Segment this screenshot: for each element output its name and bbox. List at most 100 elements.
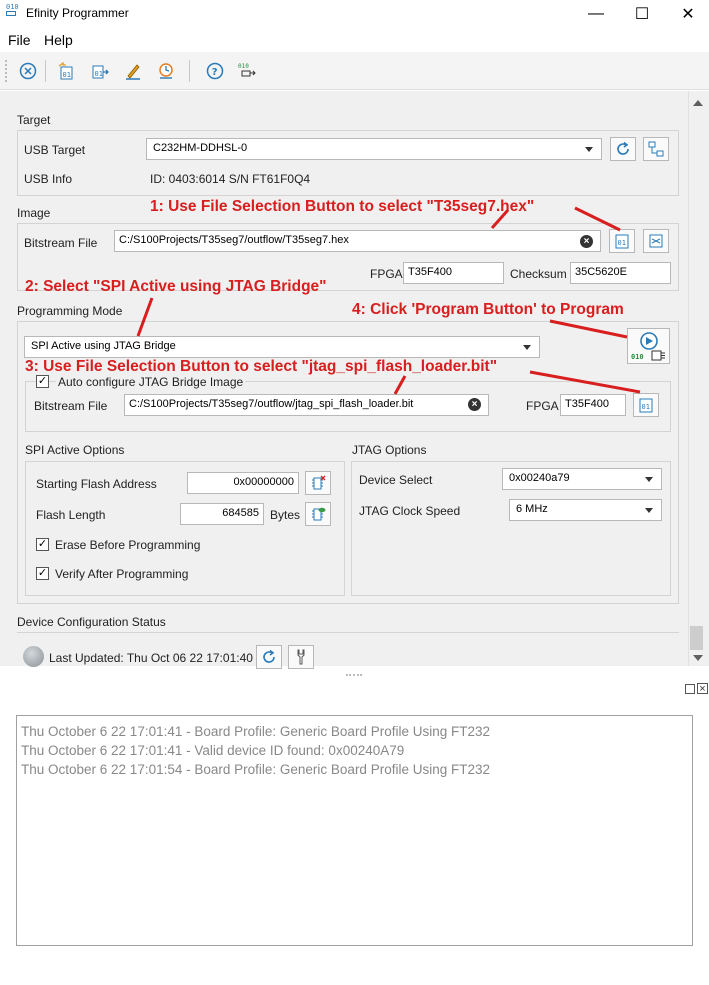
program-icon: 010 (238, 63, 256, 77)
svg-text:010: 010 (631, 353, 644, 361)
select-bitstream-button[interactable]: 01 (609, 229, 635, 253)
wrench-icon (297, 649, 305, 665)
erase-checkbox[interactable]: ✓ (36, 538, 49, 551)
device-select[interactable]: 0x00240a79 (502, 468, 662, 490)
minimize-icon: — (588, 5, 604, 22)
last-updated-text: Last Updated: Thu Oct 06 22 17:01:40 (49, 651, 253, 665)
device-select-label: Device Select (359, 473, 433, 487)
network-icon (648, 141, 664, 157)
splitter-handle[interactable] (346, 674, 362, 676)
cancel-icon (19, 62, 37, 80)
verify-checkbox[interactable]: ✓ (36, 567, 49, 580)
bridge-bitstream-value: C:/S100Projects/T35seg7/outflow/jtag_spi… (129, 398, 414, 410)
menu-file[interactable]: File (8, 32, 31, 48)
file-select-icon: 01 (639, 398, 653, 413)
checksum-label: Checksum (510, 267, 567, 281)
menu-bar (0, 28, 709, 52)
close-panel-icon[interactable]: × (697, 683, 708, 695)
refresh-icon (263, 649, 275, 663)
help-icon: ? (206, 62, 224, 80)
svg-text:?: ? (212, 67, 218, 78)
menu-help[interactable]: Help (44, 32, 73, 48)
scrollbar-thumb[interactable] (690, 626, 703, 650)
log-line: Thu October 6 22 17:01:41 - Valid device… (21, 743, 405, 758)
flash-length-button[interactable] (305, 502, 331, 526)
programming-mode-select[interactable]: SPI Active using JTAG Bridge (24, 336, 540, 358)
status-tool-button[interactable] (288, 645, 314, 669)
start-addr-input[interactable]: 0x00000000 (187, 472, 299, 494)
toolbar-separator (45, 60, 46, 82)
close-icon: ✕ (681, 6, 695, 23)
usb-target-label: USB Target (24, 143, 86, 157)
chip-remove-icon (312, 475, 326, 490)
refresh-icon (617, 141, 629, 155)
svg-text:01: 01 (618, 239, 626, 247)
start-addr-button[interactable] (305, 471, 331, 495)
edit-icon (126, 64, 140, 80)
program-toolbar-button[interactable]: 010 (238, 61, 258, 81)
annotation-step3: 3: Use File Selection Button to select "… (25, 358, 498, 375)
help-button[interactable]: ? (205, 61, 225, 81)
bridge-fpga-label: FPGA (526, 399, 559, 413)
start-addr-label: Starting Flash Address (36, 477, 157, 491)
checksum-field: 35C5620E (570, 262, 671, 284)
program-icon: 010 (631, 332, 665, 361)
close-icon: × (583, 236, 590, 247)
bridge-bitstream-input[interactable]: C:/S100Projects/T35seg7/outflow/jtag_spi… (124, 394, 489, 416)
flash-length-input[interactable]: 684585 (180, 503, 264, 525)
maximize-button[interactable]: ☐ (619, 0, 665, 28)
window-title: Efinity Programmer (26, 6, 129, 20)
minimize-button[interactable]: — (573, 0, 619, 28)
svg-text:010: 010 (238, 63, 249, 70)
edit-button[interactable] (123, 61, 143, 81)
cancel-button[interactable] (18, 61, 38, 81)
status-indicator-icon (23, 646, 44, 667)
flash-length-value: 684585 (222, 507, 259, 519)
auto-config-checkbox[interactable]: ✓ (36, 375, 49, 388)
load-button[interactable]: 01 (90, 61, 110, 81)
open-file-button[interactable]: 01 (56, 61, 76, 81)
open-file-icon: 01 (58, 62, 73, 80)
bitstream-options-button[interactable] (643, 229, 669, 253)
svg-text:01: 01 (63, 71, 71, 79)
log-panel: Thu October 6 22 17:01:41 - Board Profil… (16, 715, 693, 946)
svg-text:01: 01 (642, 403, 650, 411)
select-bridge-bitstream-button[interactable]: 01 (633, 393, 659, 417)
fpga-value: T35F400 (408, 266, 453, 278)
close-icon: × (471, 399, 478, 410)
usb-config-button[interactable] (643, 137, 669, 161)
flash-length-label: Flash Length (36, 508, 106, 522)
programming-mode-value: SPI Active using JTAG Bridge (31, 340, 176, 352)
annotation-step4: 4: Click 'Program Button' to Program (352, 301, 624, 318)
start-addr-value: 0x00000000 (233, 476, 294, 488)
clock-button[interactable] (156, 61, 176, 81)
flash-length-unit: Bytes (270, 508, 301, 522)
scroll-down-icon[interactable] (693, 655, 703, 661)
chevron-down-icon (645, 508, 653, 513)
verify-label: Verify After Programming (55, 567, 189, 581)
log-line: Thu October 6 22 17:01:41 - Board Profil… (21, 724, 490, 739)
refresh-status-button[interactable] (256, 645, 282, 669)
vertical-scrollbar[interactable] (688, 91, 709, 666)
refresh-usb-button[interactable] (610, 137, 636, 161)
clear-bitstream-button[interactable]: × (580, 235, 593, 248)
bitstream-file-label: Bitstream File (24, 236, 98, 250)
erase-label: Erase Before Programming (55, 538, 201, 552)
status-title: Device Configuration Status (17, 615, 166, 629)
close-button[interactable]: ✕ (665, 0, 709, 28)
clock-icon (159, 63, 173, 79)
program-button[interactable]: 010 (627, 328, 670, 364)
jtag-clock-label: JTAG Clock Speed (359, 504, 461, 518)
float-panel-icon[interactable] (685, 684, 695, 694)
bitstream-file-input[interactable]: C:/S100Projects/T35seg7/outflow/T35seg7.… (114, 230, 601, 252)
target-section-title: Target (17, 113, 51, 127)
scroll-up-icon[interactable] (693, 100, 703, 106)
chevron-down-icon (585, 147, 593, 152)
file-select-icon: 01 (615, 234, 629, 249)
jtag-clock-select[interactable]: 6 MHz (509, 499, 662, 521)
clear-bridge-bitstream-button[interactable]: × (468, 398, 481, 411)
bridge-fpga-value: T35F400 (565, 398, 610, 410)
usb-target-value: C232HM-DDHSL-0 (153, 142, 248, 154)
bridge-bitstream-label: Bitstream File (34, 399, 108, 413)
usb-target-select[interactable]: C232HM-DDHSL-0 (146, 138, 602, 160)
